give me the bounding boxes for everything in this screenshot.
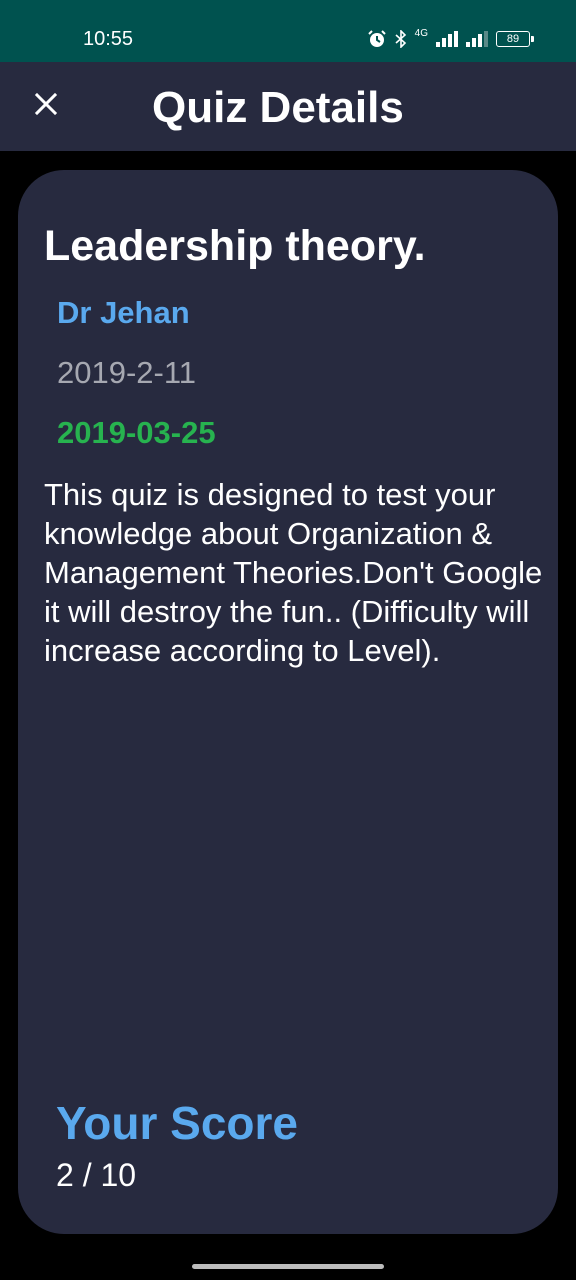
score-value: 2 / 10: [56, 1157, 137, 1193]
status-bar: 10:55 4G 89: [0, 0, 576, 62]
quiz-start-date: 2019-2-11: [57, 355, 197, 390]
page-title: Quiz Details: [152, 83, 404, 132]
status-time: 10:55: [83, 28, 134, 50]
close-button[interactable]: [24, 84, 68, 128]
network-type: 4G: [414, 28, 428, 39]
home-indicator[interactable]: [192, 1264, 384, 1269]
quiz-end-date: 2019-03-25: [57, 415, 216, 450]
battery-level: 89: [506, 33, 520, 45]
signal-icon: [466, 31, 488, 47]
bluetooth-icon: [395, 30, 407, 48]
quiz-details-card: Leadership theory. Dr Jehan 2019-2-11 20…: [18, 170, 558, 1234]
app-bar: Quiz Details: [0, 62, 576, 151]
quiz-description: This quiz is designed to test your knowl…: [44, 477, 543, 668]
battery-icon: 89: [496, 31, 534, 47]
quiz-title: Leadership theory.: [44, 222, 426, 270]
signal-icon: [436, 31, 458, 47]
quiz-author: Dr Jehan: [57, 295, 190, 330]
score-label: Your Score: [56, 1097, 298, 1149]
close-icon: [34, 92, 58, 121]
alarm-icon: [367, 29, 387, 49]
status-icons: 4G 89: [367, 26, 534, 52]
